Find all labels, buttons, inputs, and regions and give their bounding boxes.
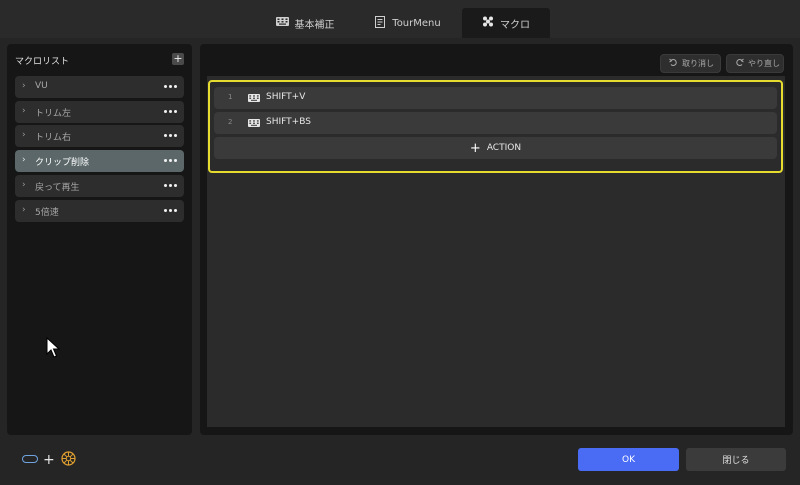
action-key: SHIFT+V — [266, 92, 306, 102]
action-row[interactable]: 1 SHIFT+V — [214, 87, 777, 109]
macro-item-label: クリップ削除 — [35, 158, 90, 168]
chevron-right-icon: › — [22, 81, 26, 91]
document-icon — [375, 15, 386, 31]
chevron-right-icon: › — [22, 130, 26, 140]
ok-button[interactable]: OK — [578, 448, 679, 471]
tab-basic-correction[interactable]: 基本補正 — [258, 8, 352, 38]
tab-bar: 基本補正 TourMenu マクロ — [0, 0, 800, 38]
macro-item-label: VU — [35, 81, 48, 91]
redo-icon — [735, 58, 744, 69]
more-options-icon[interactable] — [164, 110, 177, 113]
tab-macro[interactable]: マクロ — [462, 8, 550, 38]
add-action-button[interactable]: + ACTION — [214, 137, 777, 159]
chevron-right-icon: › — [22, 205, 26, 215]
tab-label: マクロ — [500, 19, 530, 31]
undo-button[interactable]: 取り消し — [660, 54, 721, 73]
tab-label: TourMenu — [392, 17, 441, 29]
macro-item-back-play[interactable]: › 戻って再生 — [15, 175, 184, 197]
pill-toggle-icon[interactable] — [22, 454, 38, 466]
mouse-cursor-icon — [46, 336, 61, 362]
chevron-right-icon: › — [22, 180, 26, 190]
sun-gear-icon[interactable] — [60, 450, 77, 470]
tab-tourmenu[interactable]: TourMenu — [362, 8, 454, 38]
macro-item-label: 戻って再生 — [35, 183, 80, 193]
more-options-icon[interactable] — [164, 85, 177, 88]
action-key: SHIFT+BS — [266, 117, 311, 127]
macro-item-label: トリム右 — [35, 133, 72, 143]
redo-button[interactable]: やり直し — [726, 54, 784, 73]
close-button[interactable]: 閉じる — [686, 448, 786, 471]
plus-icon[interactable]: + — [43, 453, 55, 467]
redo-label: やり直し — [748, 59, 780, 68]
macro-item-trim-left[interactable]: › トリム左 — [15, 101, 184, 123]
chevron-right-icon: › — [22, 155, 26, 165]
chevron-right-icon: › — [22, 106, 26, 116]
macro-item-clip-delete[interactable]: › クリップ削除 — [15, 150, 184, 172]
bottom-toolbar: + — [22, 450, 77, 470]
gear-cluster-icon — [482, 16, 494, 30]
macro-item-label: 5倍速 — [35, 208, 59, 218]
add-macro-button[interactable]: + — [172, 53, 184, 65]
macro-item-5x-speed[interactable]: › 5倍速 — [15, 200, 184, 222]
action-number: 2 — [228, 118, 233, 126]
keyboard-icon — [275, 17, 289, 29]
macro-list-title: マクロリスト — [15, 57, 70, 67]
action-number: 1 — [228, 93, 233, 101]
keyboard-icon — [248, 119, 260, 130]
macro-item-label: トリム左 — [35, 109, 72, 119]
action-row[interactable]: 2 SHIFT+BS — [214, 112, 777, 134]
macro-item-vu[interactable]: › VU — [15, 76, 184, 98]
undo-icon — [669, 58, 678, 69]
more-options-icon[interactable] — [164, 184, 177, 187]
undo-label: 取り消し — [682, 59, 714, 68]
add-action-label: ACTION — [486, 143, 522, 153]
keyboard-icon — [248, 94, 260, 105]
tab-label: 基本補正 — [294, 19, 335, 31]
more-options-icon[interactable] — [164, 209, 177, 212]
more-options-icon[interactable] — [164, 159, 177, 162]
more-options-icon[interactable] — [164, 134, 177, 137]
plus-icon: + — [469, 140, 481, 156]
macro-item-trim-right[interactable]: › トリム右 — [15, 125, 184, 147]
